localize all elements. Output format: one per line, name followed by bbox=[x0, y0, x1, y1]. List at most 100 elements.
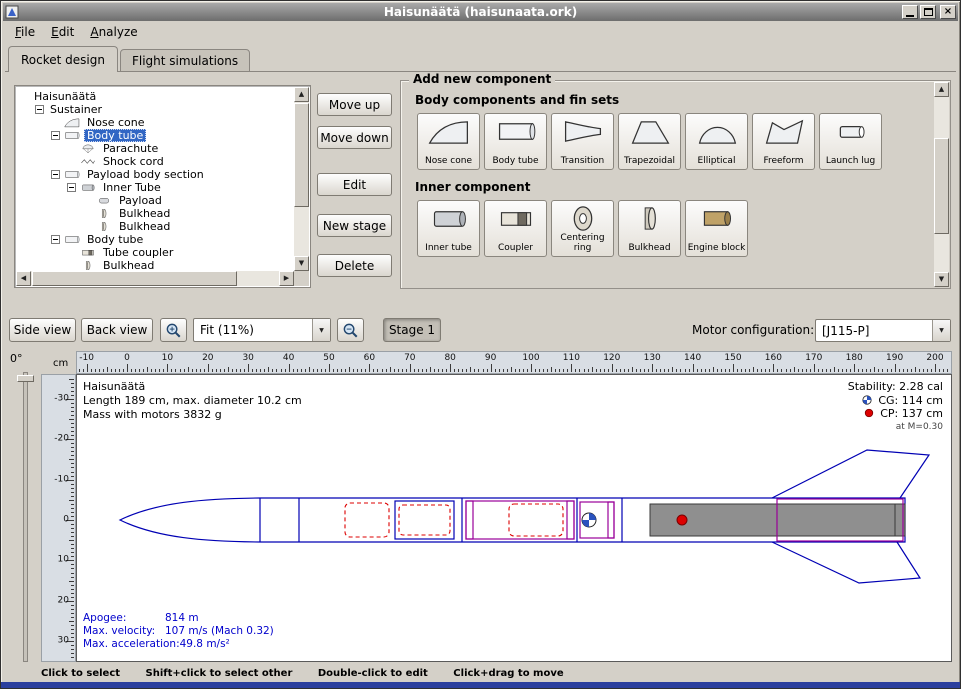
app-icon[interactable] bbox=[5, 5, 19, 19]
hint-click-drag: Click+drag to move bbox=[453, 668, 563, 679]
add-elliptical-button[interactable]: Elliptical bbox=[685, 113, 748, 170]
close-icon[interactable]: × bbox=[940, 5, 956, 19]
flight-summary: Apogee:814 m Max. velocity:107 m/s (Mach… bbox=[83, 612, 274, 651]
menu-edit[interactable]: Edit bbox=[43, 22, 82, 42]
chevron-down-icon[interactable]: ▼ bbox=[312, 319, 330, 341]
palette-vscroll-thumb[interactable] bbox=[934, 138, 949, 234]
palette-button-label: Freeform bbox=[763, 157, 803, 167]
add-freeform-button[interactable]: Freeform bbox=[752, 113, 815, 170]
tab-rocket-design[interactable]: Rocket design bbox=[8, 46, 118, 72]
tree-vertical-scrollbar[interactable]: ▲ ▼ bbox=[294, 87, 309, 271]
nose-cone-icon bbox=[427, 117, 471, 146]
add-transition-button[interactable]: Transition bbox=[551, 113, 614, 170]
back-view-button[interactable]: Back view bbox=[81, 318, 153, 342]
menu-file[interactable]: File bbox=[7, 22, 43, 42]
scroll-down-icon[interactable]: ▼ bbox=[934, 272, 949, 287]
h-ruler-label: -10 bbox=[79, 353, 94, 363]
zoom-out-button[interactable] bbox=[337, 318, 364, 342]
h-ruler-label: 0 bbox=[124, 353, 130, 363]
add-bulkhead-button[interactable]: Bulkhead bbox=[618, 200, 681, 257]
main-tabs: Rocket design Flight simulations bbox=[8, 46, 252, 72]
tree-item-label: Nose cone bbox=[84, 116, 147, 129]
tree-item-tube-coupler[interactable]: Tube coupler bbox=[19, 246, 294, 259]
add-centering-ring-button[interactable]: Centering ring bbox=[551, 200, 614, 257]
edit-button[interactable]: Edit bbox=[317, 173, 392, 196]
h-ruler-label: 90 bbox=[485, 353, 496, 363]
scroll-down-icon[interactable]: ▼ bbox=[294, 256, 309, 271]
chevron-down-icon[interactable]: ▼ bbox=[932, 320, 950, 341]
shock-cord-outline bbox=[399, 505, 450, 535]
add-trapezoidal-button[interactable]: Trapezoidal bbox=[618, 113, 681, 170]
palette-button-label: Coupler bbox=[498, 244, 533, 254]
inner-tube-icon bbox=[427, 204, 471, 233]
tree-item-parachute[interactable]: Parachute bbox=[19, 142, 294, 155]
scroll-left-icon[interactable]: ◀ bbox=[16, 271, 31, 286]
add-inner-tube-button[interactable]: Inner tube bbox=[417, 200, 480, 257]
cp-icon bbox=[864, 408, 874, 418]
stability-info: Stability: 2.28 cal CG: 114 cm CP: 137 c… bbox=[848, 380, 943, 434]
tree-item-bulkhead[interactable]: Bulkhead bbox=[19, 220, 294, 233]
add-launch-lug-button[interactable]: Launch lug bbox=[819, 113, 882, 170]
scroll-right-icon[interactable]: ▶ bbox=[279, 271, 294, 286]
delete-button[interactable]: Delete bbox=[317, 254, 392, 277]
tree-expander-icon[interactable] bbox=[51, 170, 60, 179]
tree-item-body-tube[interactable]: Body tube bbox=[19, 129, 294, 142]
cg-value: CG: 114 cm bbox=[848, 394, 943, 408]
palette-button-label: Trapezoidal bbox=[624, 157, 675, 167]
palette-button-label: Launch lug bbox=[826, 157, 875, 167]
rocket-figure-canvas[interactable]: Haisunäätä Length 189 cm, max. diameter … bbox=[76, 374, 952, 662]
tree-item-body-tube[interactable]: Body tube bbox=[19, 233, 294, 246]
scroll-up-icon[interactable]: ▲ bbox=[294, 87, 309, 102]
tree-expander-icon[interactable] bbox=[51, 131, 60, 140]
zoom-level-select[interactable]: Fit (11%) ▼ bbox=[193, 318, 331, 342]
move-down-button[interactable]: Move down bbox=[317, 126, 392, 149]
tree-item-nose-cone[interactable]: Nose cone bbox=[19, 116, 294, 129]
minimize-icon[interactable] bbox=[902, 5, 918, 19]
tree-item-label: Bulkhead bbox=[116, 220, 173, 233]
tree-item-bulkhead[interactable]: Bulkhead bbox=[19, 207, 294, 220]
motor-configuration-select[interactable]: [J115-P] ▼ bbox=[815, 319, 951, 342]
v-ruler-label: -30 bbox=[54, 393, 69, 403]
tree-item-sustainer[interactable]: Sustainer bbox=[19, 103, 294, 116]
tree-hscroll-thumb[interactable] bbox=[32, 271, 237, 286]
zoom-in-button[interactable] bbox=[160, 318, 187, 342]
add-engine-block-button[interactable]: Engine block bbox=[685, 200, 748, 257]
tab-flight-simulations[interactable]: Flight simulations bbox=[120, 49, 250, 72]
add-coupler-button[interactable]: Coupler bbox=[484, 200, 547, 257]
rotation-slider-handle[interactable] bbox=[17, 375, 34, 382]
palette-button-label: Nose cone bbox=[425, 157, 472, 167]
tree-item-payload[interactable]: Payload bbox=[19, 194, 294, 207]
tree-expander-icon[interactable] bbox=[51, 235, 60, 244]
rotation-slider[interactable] bbox=[23, 372, 28, 662]
tree-item-shock-cord[interactable]: Shock cord bbox=[19, 155, 294, 168]
tree-vscroll-thumb[interactable] bbox=[294, 103, 309, 207]
side-view-button[interactable]: Side view bbox=[9, 318, 76, 342]
hint-shift-click: Shift+click to select other bbox=[146, 668, 293, 679]
h-ruler-label: 10 bbox=[162, 353, 173, 363]
stage-1-toggle[interactable]: Stage 1 bbox=[383, 318, 441, 342]
payload-icon bbox=[95, 195, 113, 206]
palette-button-label: Elliptical bbox=[698, 157, 736, 167]
tree-item-label: Bulkhead bbox=[100, 259, 157, 271]
menu-analyze[interactable]: Analyze bbox=[82, 22, 145, 42]
bulkhead-icon bbox=[95, 221, 113, 232]
palette-content: Body components and fin setsNose coneBod… bbox=[405, 89, 929, 287]
tree-item-label: Body tube bbox=[84, 233, 146, 246]
tree-item-haisun-t[interactable]: Haisunäätä bbox=[19, 90, 294, 103]
scroll-up-icon[interactable]: ▲ bbox=[934, 82, 949, 97]
add-body-tube-button[interactable]: Body tube bbox=[484, 113, 547, 170]
maximize-icon[interactable] bbox=[920, 5, 936, 19]
bulkhead-icon bbox=[628, 204, 672, 233]
mach-note: at M=0.30 bbox=[848, 421, 943, 435]
tree-item-payload-body-section[interactable]: Payload body section bbox=[19, 168, 294, 181]
tree-expander-icon[interactable] bbox=[67, 183, 76, 192]
tree-expander-icon[interactable] bbox=[35, 105, 44, 114]
tree-horizontal-scrollbar[interactable]: ◀ ▶ bbox=[16, 271, 294, 286]
new-stage-button[interactable]: New stage bbox=[317, 214, 392, 237]
tree-item-inner-tube[interactable]: Inner Tube bbox=[19, 181, 294, 194]
palette-button-label: Centering ring bbox=[553, 234, 612, 254]
palette-vertical-scrollbar[interactable]: ▲ ▼ bbox=[934, 82, 949, 287]
move-up-button[interactable]: Move up bbox=[317, 93, 392, 116]
add-nose-cone-button[interactable]: Nose cone bbox=[417, 113, 480, 170]
tree-item-bulkhead[interactable]: Bulkhead bbox=[19, 259, 294, 271]
